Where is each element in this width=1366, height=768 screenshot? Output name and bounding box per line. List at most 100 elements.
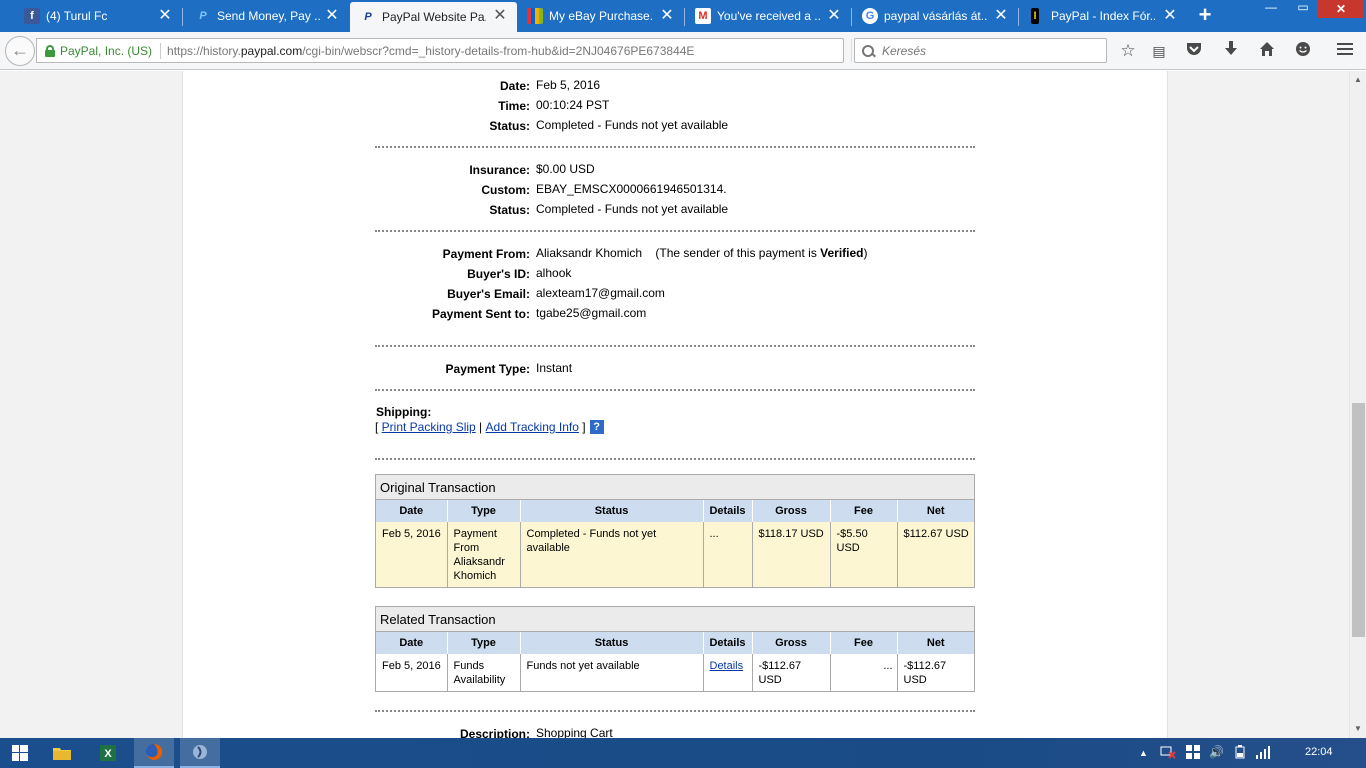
buyer-email-row: Buyer's Email: alexteam17@gmail.com xyxy=(447,286,665,301)
payment-sent-to-value: tgabe25@gmail.com xyxy=(536,306,647,320)
table-caption: Related Transaction xyxy=(376,607,974,632)
payment-type-row: Payment Type: Instant xyxy=(445,361,573,376)
close-icon[interactable]: ✕ xyxy=(325,8,339,24)
windows-icon xyxy=(12,745,28,761)
description-row: Description: Shopping Cart xyxy=(459,727,613,738)
site-identity[interactable]: PayPal, Inc. (US) xyxy=(60,44,152,58)
print-packing-slip-link[interactable]: Print Packing Slip xyxy=(382,420,476,434)
buyer-email-value: alexteam17@gmail.com xyxy=(536,286,665,300)
navigation-toolbar: ← PayPal, Inc. (US) https://history.payp… xyxy=(0,32,1366,70)
shipping-label: Shipping: xyxy=(376,405,432,419)
paypal-icon: P xyxy=(364,11,372,23)
divider xyxy=(375,230,975,232)
file-explorer-icon[interactable] xyxy=(42,738,82,768)
scrollbar-thumb[interactable] xyxy=(1352,403,1365,637)
search-input[interactable] xyxy=(882,43,1102,58)
minimize-button[interactable]: — xyxy=(1256,0,1286,18)
payment-from-row: Payment From: Aliaksandr Khomich (The se… xyxy=(442,246,868,261)
close-icon[interactable]: ✕ xyxy=(1163,8,1177,24)
tab-google[interactable]: G paypal vásárlás át... ✕ xyxy=(852,0,1018,32)
lock-icon[interactable] xyxy=(45,44,55,57)
facebook-icon: f xyxy=(24,8,40,24)
custom-value: EBAY_EMSCX0000661946501314. xyxy=(536,182,727,196)
tablet-mode-icon[interactable] xyxy=(1186,745,1200,762)
tab-paypal-website[interactable]: P PayPal Website Pa... ✕ xyxy=(350,2,517,32)
table-caption: Original Transaction xyxy=(376,475,974,500)
payment-type-value: Instant xyxy=(536,361,573,375)
tab-title: PayPal - Index Fór... xyxy=(1051,9,1155,23)
svg-text:X: X xyxy=(104,748,112,760)
battery-icon[interactable] xyxy=(1233,745,1247,762)
window-close-button[interactable]: ✕ xyxy=(1318,0,1364,18)
close-icon[interactable]: ✕ xyxy=(493,8,507,24)
custom-row: Custom: EBAY_EMSCX0000661946501314. xyxy=(481,182,727,197)
new-tab-button[interactable]: + xyxy=(1194,4,1216,26)
bookmark-star-icon[interactable]: ☆ xyxy=(1118,41,1138,61)
tab-facebook[interactable]: f (4) Turul Fc ✕ xyxy=(0,0,182,32)
divider xyxy=(375,389,975,391)
vertical-scrollbar[interactable]: ▲ ▼ xyxy=(1349,71,1366,738)
insurance-value: $0.00 USD xyxy=(536,162,595,176)
search-bar[interactable] xyxy=(854,38,1107,63)
home-icon[interactable] xyxy=(1257,41,1277,61)
maximize-button[interactable]: ▭ xyxy=(1288,0,1318,18)
buyer-id-value: alhook xyxy=(536,266,572,280)
tab-index-forum[interactable]: I PayPal - Index Fór... ✕ xyxy=(1019,0,1187,32)
clock[interactable]: 22:04 xyxy=(1305,746,1333,758)
original-transaction-table: Original Transaction Date Type Status De… xyxy=(375,474,975,588)
close-icon[interactable]: ✕ xyxy=(827,8,841,24)
menu-icon[interactable] xyxy=(1335,41,1355,61)
divider xyxy=(375,710,975,712)
insurance-row: Insurance: $0.00 USD xyxy=(469,162,595,177)
divider xyxy=(375,146,975,148)
firefox-icon[interactable] xyxy=(134,738,174,768)
details-link[interactable]: Details xyxy=(710,660,744,672)
close-icon[interactable]: ✕ xyxy=(994,8,1008,24)
start-button[interactable] xyxy=(0,738,40,768)
divider xyxy=(375,458,975,460)
scroll-down-icon[interactable]: ▼ xyxy=(1353,724,1363,734)
tab-title: PayPal Website Pa... xyxy=(382,10,486,24)
excel-icon[interactable]: X xyxy=(88,738,128,768)
search-icon xyxy=(862,44,874,57)
close-icon[interactable]: ✕ xyxy=(158,8,172,24)
status-row: Status: Completed - Funds not yet availa… xyxy=(489,118,729,133)
tray-chevron-icon[interactable]: ▲ xyxy=(1139,748,1148,758)
shipping-links: [ Print Packing Slip | Add Tracking Info… xyxy=(375,420,604,434)
index-icon: I xyxy=(1031,8,1039,24)
url-text[interactable]: https://history.paypal.com/cgi-bin/websc… xyxy=(167,44,694,58)
back-button[interactable]: ← xyxy=(5,36,35,66)
payment-from-value: Aliaksandr Khomich xyxy=(536,246,643,260)
status-row: Status: Completed - Funds not yet availa… xyxy=(489,202,729,217)
scroll-up-icon[interactable]: ▲ xyxy=(1353,75,1363,85)
app-icon[interactable] xyxy=(180,738,220,768)
tab-title: You've received a ... xyxy=(717,9,821,23)
tab-title: paypal vásárlás át... xyxy=(884,9,988,23)
tab-strip: f (4) Turul Fc ✕ P Send Money, Pay ... ✕… xyxy=(0,0,1366,32)
hello-chat-icon[interactable] xyxy=(1293,41,1313,61)
buyer-id-row: Buyer's ID: alhook xyxy=(467,266,572,281)
network-error-icon[interactable] xyxy=(1160,745,1176,762)
divider xyxy=(375,345,975,347)
pocket-icon[interactable] xyxy=(1184,41,1204,61)
time-value: 00:10:24 PST xyxy=(536,98,610,112)
related-transaction-table: Related Transaction Date Type Status Det… xyxy=(375,606,975,692)
google-icon: G xyxy=(862,8,878,24)
tab-send-money[interactable]: P Send Money, Pay ... ✕ xyxy=(183,0,349,32)
reading-list-icon[interactable]: ▤ xyxy=(1149,41,1169,61)
description-value: Shopping Cart xyxy=(536,727,613,738)
wifi-signal-icon[interactable] xyxy=(1256,745,1272,762)
table-header-row: Date Type Status Details Gross Fee Net xyxy=(376,632,974,654)
date-value: Feb 5, 2016 xyxy=(536,78,601,92)
ebay-icon: e xyxy=(527,8,543,24)
status-value: Completed - Funds not yet available xyxy=(536,202,729,216)
close-icon[interactable]: ✕ xyxy=(660,8,674,24)
download-icon[interactable] xyxy=(1221,41,1241,61)
time-row: Time: 00:10:24 PST xyxy=(498,98,610,113)
volume-icon[interactable]: 🔊 xyxy=(1209,745,1224,759)
tab-gmail[interactable]: M You've received a ... ✕ xyxy=(685,0,851,32)
help-icon[interactable]: ? xyxy=(589,420,604,434)
tab-ebay[interactable]: e My eBay Purchase... ✕ xyxy=(517,0,684,32)
url-bar[interactable]: PayPal, Inc. (US) https://history.paypal… xyxy=(36,38,873,63)
add-tracking-info-link[interactable]: Add Tracking Info xyxy=(486,420,579,434)
